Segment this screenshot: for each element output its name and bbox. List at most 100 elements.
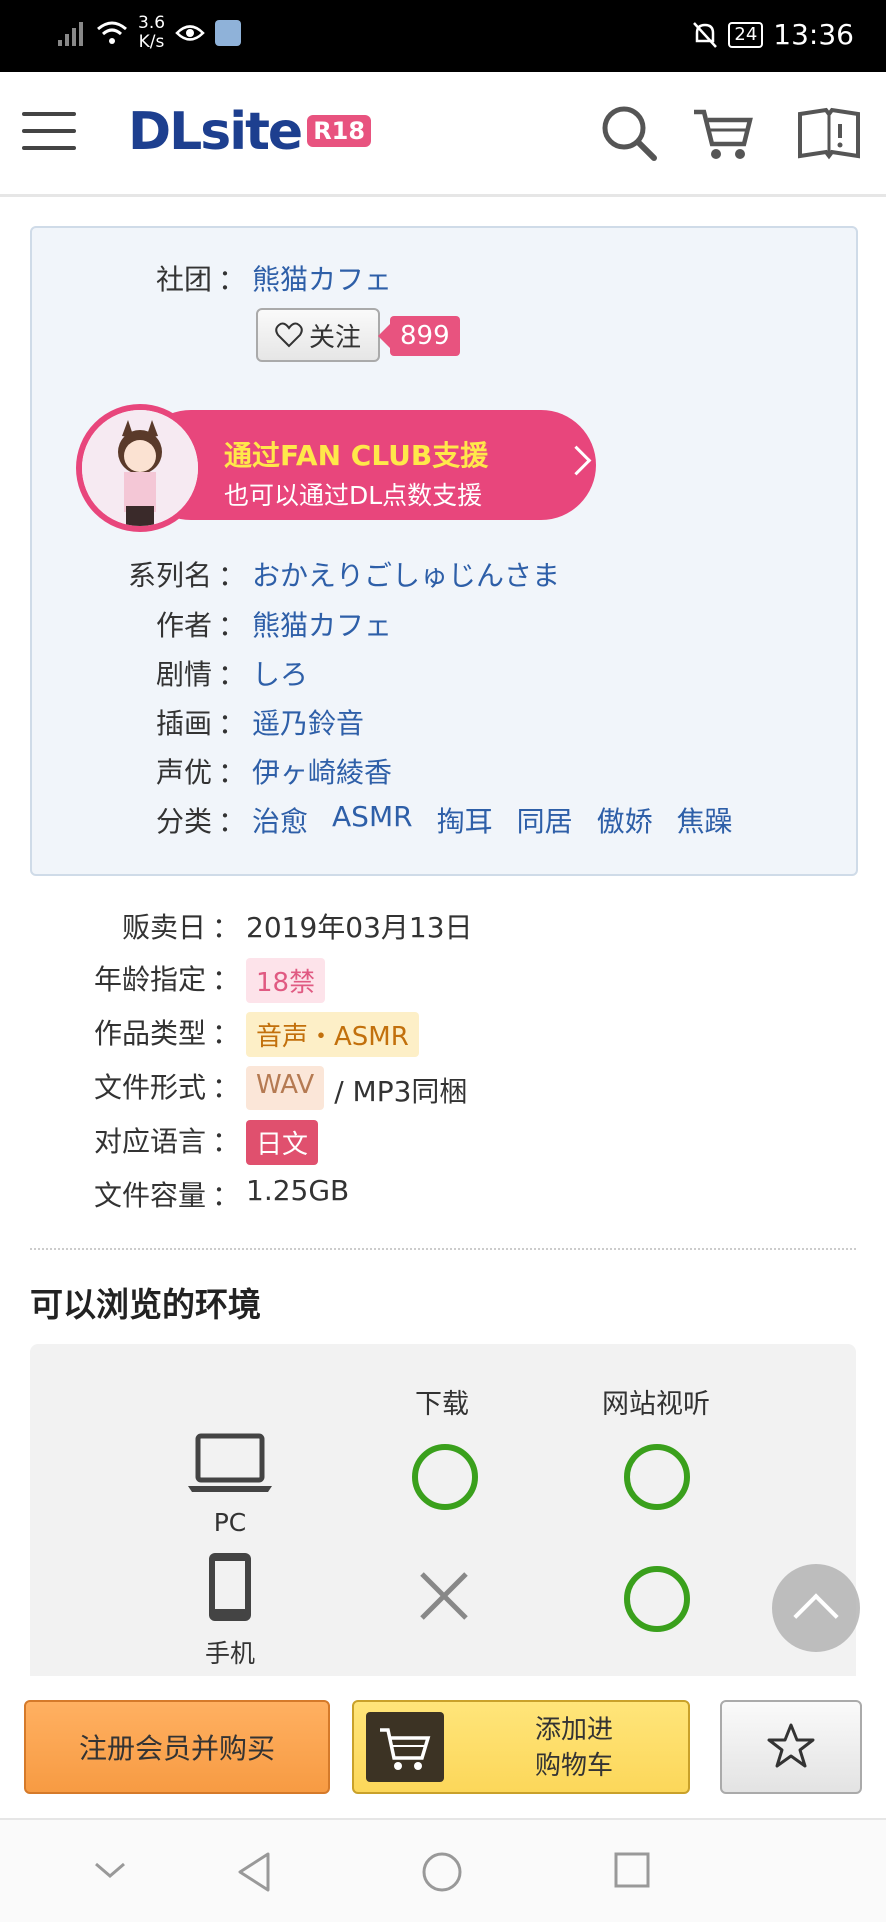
cart-icon[interactable]: [690, 100, 756, 166]
voice-label: 声优: [155, 756, 212, 789]
size-label: 文件容量: [93, 1179, 206, 1212]
pc-web-ok-icon: [624, 1444, 690, 1510]
chevron-down-icon[interactable]: [92, 1850, 128, 1890]
age-rating-badge[interactable]: 18禁: [246, 958, 326, 1003]
language-badge[interactable]: 日文: [246, 1120, 319, 1165]
release-label: 贩卖日: [121, 911, 206, 944]
colon: ：: [217, 756, 246, 789]
site-header: DLsite R18: [0, 72, 886, 197]
colon: ：: [211, 1179, 240, 1212]
colon: ：: [217, 805, 246, 838]
colon: ：: [217, 707, 246, 740]
col-web: 网站视听: [602, 1389, 710, 1420]
release-date: 2019年03月13日: [246, 911, 473, 944]
file-size: 1.25GB: [246, 1174, 350, 1207]
illustration-label: 插画: [155, 707, 212, 740]
colon: ：: [217, 559, 246, 592]
scenario-link[interactable]: しろ: [252, 653, 308, 693]
info-row: 声优 ： 伊ヶ崎綾香: [32, 751, 392, 791]
file-format-badge[interactable]: WAV: [246, 1066, 325, 1110]
follow-button[interactable]: 关注: [256, 308, 380, 362]
r18-badge: R18: [307, 115, 372, 147]
heart-icon: [275, 322, 303, 348]
meta-row: 文件形式 ： WAV / MP3同梱: [30, 1066, 467, 1110]
meta-row: 贩卖日 ： 2019年03月13日: [30, 906, 473, 946]
genre-label: 分类: [155, 805, 212, 838]
app-notification-icon: [215, 20, 242, 46]
meta-row: 文件容量 ： 1.25GB: [30, 1174, 349, 1214]
scenario-label: 剧情: [155, 658, 212, 691]
fanclub-subtitle: 也可以通过DL点数支援: [224, 481, 483, 510]
circle-row: 社团 ： 熊猫カフェ: [32, 258, 392, 298]
info-row: 系列名 ： おかえりごしゅじんさま: [32, 554, 560, 594]
follow-count-badge: 899: [378, 316, 460, 356]
favorite-button[interactable]: [720, 1700, 862, 1794]
back-icon[interactable]: [234, 1850, 274, 1894]
language-label: 对应语言: [93, 1125, 206, 1158]
work-type-badge[interactable]: 音声・ASMR: [246, 1012, 419, 1057]
meta-row: 对应语言 ： 日文: [30, 1120, 319, 1165]
divider: [30, 1248, 856, 1250]
genre-tag[interactable]: 焦躁: [677, 800, 733, 840]
genre-tag[interactable]: 同居: [517, 800, 573, 840]
circle-link[interactable]: 熊猫カフェ: [252, 258, 392, 298]
colon: ：: [211, 911, 240, 944]
info-row: 作者 ： 熊猫カフェ: [32, 604, 392, 644]
colon: ：: [211, 1125, 240, 1158]
series-link[interactable]: おかえりごしゅじんさま: [252, 554, 560, 594]
info-row: 剧情 ： しろ: [32, 653, 308, 693]
eye-icon: [175, 25, 205, 41]
network-speed: 3.6 K/s: [138, 14, 165, 52]
voice-actor-link[interactable]: 伊ヶ崎綾香: [252, 751, 392, 791]
genre-tag[interactable]: ASMR: [332, 800, 413, 840]
menu-icon[interactable]: [22, 112, 76, 152]
fanclub-banner[interactable]: 通过FAN CLUB支援 也可以通过DL点数支援: [76, 404, 596, 532]
colon: ：: [217, 658, 246, 691]
colon: ：: [217, 263, 246, 296]
author-label: 作者: [155, 609, 212, 642]
book-icon[interactable]: [796, 100, 862, 166]
battery-icon: 24: [728, 21, 764, 48]
home-icon[interactable]: [420, 1850, 464, 1894]
speed-value: 3.6: [138, 13, 166, 33]
col-download: 下载: [415, 1389, 469, 1420]
genre-tag[interactable]: 治愈: [252, 800, 308, 840]
env-table: 下载 网站视听 PC 手机: [30, 1344, 856, 1704]
system-nav-bar: [0, 1818, 886, 1922]
colon: ：: [211, 1071, 240, 1104]
follow-label: 关注: [308, 322, 361, 353]
site-logo[interactable]: DLsite R18: [128, 102, 372, 162]
circle-info-box: 社团 ： 熊猫カフェ 关注 899 通过FAN CLUB支援 也可以通过DL点数…: [30, 226, 858, 876]
mobile-download-ng-icon: [420, 1572, 468, 1620]
signal-icon: [58, 22, 83, 46]
type-label: 作品类型: [93, 1017, 206, 1050]
register-and-buy-button[interactable]: 注册会员并购买: [24, 1700, 330, 1794]
mobile-label: 手机: [204, 1639, 255, 1668]
add-to-cart-button[interactable]: 添加进 购物车: [352, 1700, 690, 1794]
cart-label-line1: 添加进: [534, 1715, 613, 1745]
circle-label: 社团: [155, 263, 212, 296]
format-label: 文件形式: [93, 1071, 206, 1104]
search-icon[interactable]: [596, 100, 662, 166]
colon: ：: [211, 963, 240, 996]
recents-icon[interactable]: [612, 1850, 652, 1890]
purchase-bar: 注册会员并购买 添加进购物车: [0, 1676, 886, 1818]
pc-download-ok-icon: [412, 1444, 478, 1510]
meta-row: 年龄指定 ： 18禁: [30, 958, 326, 1003]
genre-tag[interactable]: 掏耳: [437, 800, 493, 840]
genre-tag[interactable]: 傲娇: [597, 800, 653, 840]
pc-label: PC: [213, 1508, 247, 1537]
series-label: 系列名: [127, 559, 212, 592]
clock: 13:36: [773, 18, 854, 51]
character-illustration: [82, 410, 198, 526]
info-row: 插画 ： 遥乃鈴音: [32, 702, 364, 742]
scroll-to-top-button[interactable]: [772, 1564, 860, 1652]
cart-label-line2: 购物车: [534, 1751, 613, 1781]
author-link[interactable]: 熊猫カフェ: [252, 604, 392, 644]
fanclub-avatar: [76, 404, 204, 532]
register-label: 注册会员并购买: [78, 1732, 275, 1765]
illustrator-link[interactable]: 遥乃鈴音: [252, 702, 364, 742]
smartphone-icon: [209, 1553, 251, 1621]
laptop-icon: [188, 1433, 272, 1492]
genre-row: 分类 ： 治愈 ASMR 掏耳 同居 傲娇 焦躁: [32, 800, 733, 840]
